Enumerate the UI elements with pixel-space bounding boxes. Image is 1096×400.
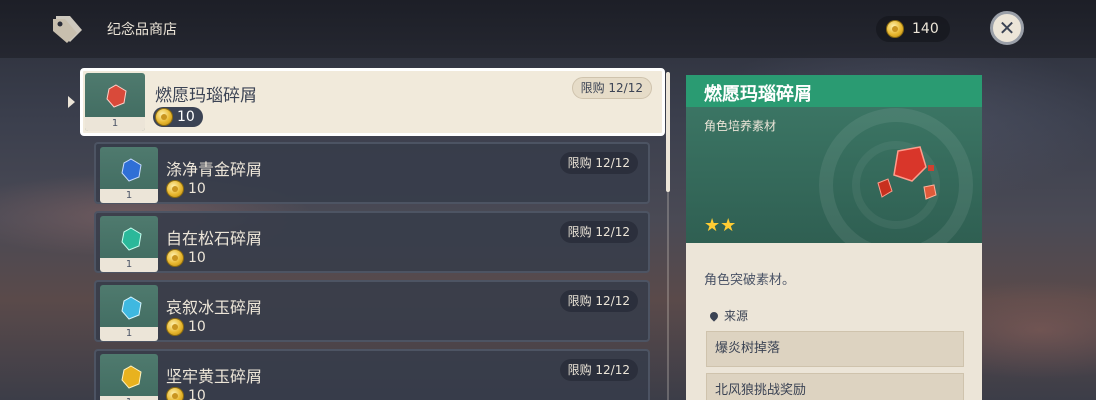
list-item[interactable]: 1 坚牢黄玉碎屑 10 限购 12/12 [94,349,650,400]
item-name: 哀叙冰玉碎屑 [166,298,263,317]
item-thumbnail: 1 [100,285,158,341]
item-count: 1 [100,396,158,400]
source-item[interactable]: 爆炎树掉落 [706,331,964,367]
list-item[interactable]: 1 涤净青金碎屑 10 限购 12/12 [94,142,650,204]
gem-icon [121,296,142,320]
agate-gem-icon [877,146,937,200]
location-pin-icon [708,309,720,322]
gem-icon [121,365,142,389]
purchase-limit: 限购 12/12 [559,290,638,312]
coin-icon [166,387,184,400]
item-count: 1 [100,327,158,341]
item-name: 涤净青金碎屑 [166,160,263,179]
item-thumbnail: 1 [100,354,158,400]
item-price: 10 [166,387,206,400]
gem-icon [121,227,142,251]
currency-display[interactable]: 140 [876,16,950,42]
purchase-limit: 限购 12/12 [559,221,638,243]
detail-title: 燃愿玛瑙碎屑 [704,84,812,105]
detail-header: 燃愿玛瑙碎屑 角色培养素材 ★★ [686,75,982,243]
close-icon: ✕ [998,16,1016,40]
item-count: 1 [100,258,158,272]
top-bar: 纪念品商店 140 ✕ [0,0,1096,58]
source-item[interactable]: 北风狼挑战奖励 [706,373,964,400]
coin-icon [166,318,184,336]
coin-icon [166,249,184,267]
purchase-limit: 限购 12/12 [571,77,652,99]
item-thumbnail: 1 [100,216,158,272]
item-price: 10 [166,180,206,198]
gem-icon [106,84,127,108]
price-tag-icon [50,12,84,46]
list-item[interactable]: 1 哀叙冰玉碎屑 10 限购 12/12 [94,280,650,342]
gem-icon [121,158,142,182]
shop-title: 纪念品商店 [107,22,177,38]
coin-icon [166,180,184,198]
list-item[interactable]: 1 自在松石碎屑 10 限购 12/12 [94,211,650,273]
rarity-stars: ★★ [704,215,737,236]
item-price: 10 [166,249,206,267]
item-thumbnail: 1 [85,73,145,131]
currency-value: 140 [912,21,939,37]
item-count: 1 [85,117,145,131]
detail-description: 角色突破素材。 [704,273,796,288]
source-label: 来源 [708,307,748,324]
selection-arrow-icon [68,96,75,108]
coin-icon [886,20,904,38]
item-detail-panel: 燃愿玛瑙碎屑 角色培养素材 ★★ 角色突破素材。 来源 爆炎树掉落 北风狼挑战奖… [686,75,982,400]
item-thumbnail: 1 [100,147,158,203]
item-price: 10 [153,107,203,127]
item-count: 1 [100,189,158,203]
purchase-limit: 限购 12/12 [559,359,638,381]
item-name: 坚牢黄玉碎屑 [166,367,263,386]
item-name: 自在松石碎屑 [166,229,263,248]
item-price: 10 [166,318,206,336]
coin-icon [155,108,173,126]
list-item[interactable]: 1 燃愿玛瑙碎屑 10 限购 12/12 [80,68,665,136]
detail-type: 角色培养素材 [704,119,777,133]
item-name: 燃愿玛瑙碎屑 [155,86,257,106]
close-button[interactable]: ✕ [990,11,1024,45]
item-list: 1 燃愿玛瑙碎屑 10 限购 12/12 1 涤净青金碎屑 10 限购 12/1… [80,68,665,400]
scrollbar-thumb[interactable] [666,72,670,192]
purchase-limit: 限购 12/12 [559,152,638,174]
